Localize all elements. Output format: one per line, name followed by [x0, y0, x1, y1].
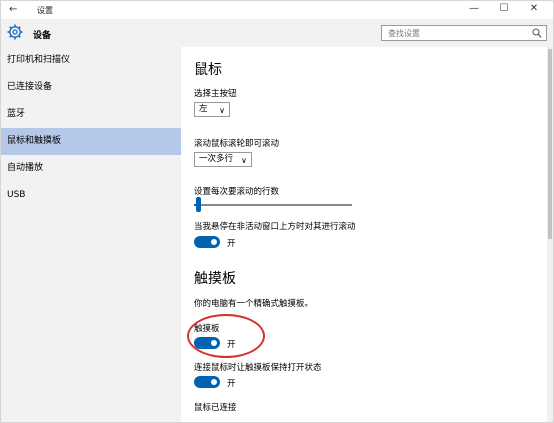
mouse-heading: 鼠标 — [194, 62, 222, 78]
sidebar-item-autoplay[interactable]: 自动播放 — [1, 155, 181, 182]
settings-window: ← 设置 — ☐ ✕ 设备 打印机和扫描仪 已连接设备 蓝牙 鼠标和触摸板 自动… — [0, 0, 554, 423]
scroll-value: 一次多行 — [199, 154, 234, 164]
scrollbar-thumb[interactable] — [548, 49, 552, 239]
keep-on-state: 开 — [227, 379, 236, 389]
lines-label: 设置每次要滚动的行数 — [194, 187, 280, 197]
sidebar-item-usb[interactable]: USB — [1, 182, 181, 209]
inactive-scroll-label: 当我悬停在非活动窗口上方时对其进行滚动 — [194, 222, 356, 232]
maximize-icon[interactable]: ☐ — [493, 3, 515, 14]
sidebar-item-bluetooth[interactable]: 蓝牙 — [1, 101, 181, 128]
touchpad-heading: 触摸板 — [194, 271, 236, 287]
inactive-scroll-state: 开 — [227, 239, 236, 249]
lines-slider-track[interactable] — [194, 204, 352, 206]
scroll-dropdown[interactable]: 一次多行 ∨ — [194, 152, 252, 167]
primary-button-dropdown[interactable]: 左 ∨ — [194, 102, 230, 117]
primary-button-value: 左 — [199, 104, 208, 114]
close-icon[interactable]: ✕ — [523, 3, 545, 14]
scroll-label: 滚动鼠标滚轮即可滚动 — [194, 139, 280, 149]
touchpad-description: 你的电脑有一个精确式触摸板。 — [194, 299, 314, 309]
annotation-circle — [187, 314, 265, 358]
primary-button-label: 选择主按钮 — [194, 89, 237, 99]
sidebar-item-connected-devices[interactable]: 已连接设备 — [1, 74, 181, 101]
gear-icon — [7, 24, 23, 40]
chevron-down-icon: ∨ — [241, 156, 247, 165]
mouse-connected-label: 鼠标已连接 — [194, 403, 237, 413]
sidebar: 设备 打印机和扫描仪 已连接设备 蓝牙 鼠标和触摸板 自动播放 USB — [1, 19, 181, 422]
search-icon[interactable] — [532, 28, 542, 38]
back-arrow-icon[interactable]: ← — [9, 4, 17, 15]
title-bar: ← 设置 — ☐ ✕ — [1, 1, 553, 19]
search-input[interactable]: 查找设置 — [381, 25, 547, 41]
keep-on-label: 连接鼠标时让触摸板保持打开状态 — [194, 363, 322, 373]
keep-on-toggle[interactable] — [194, 376, 220, 388]
content-scrollbar[interactable] — [547, 47, 553, 422]
inactive-scroll-toggle[interactable] — [194, 236, 220, 248]
main-content: 鼠标 选择主按钮 左 ∨ 滚动鼠标滚轮即可滚动 一次多行 ∨ 设置每次要滚动的行… — [181, 47, 553, 422]
minimize-icon[interactable]: — — [463, 3, 485, 14]
sidebar-header-label: 设备 — [33, 31, 52, 41]
sidebar-item-printers[interactable]: 打印机和扫描仪 — [1, 47, 181, 74]
window-title: 设置 — [37, 6, 53, 15]
lines-slider-thumb[interactable] — [196, 197, 201, 212]
top-bar: 查找设置 — [181, 19, 553, 47]
sidebar-header: 设备 — [1, 19, 181, 47]
search-placeholder: 查找设置 — [388, 29, 420, 38]
sidebar-item-mouse-touchpad[interactable]: 鼠标和触摸板 — [1, 128, 181, 155]
chevron-down-icon: ∨ — [219, 106, 225, 115]
